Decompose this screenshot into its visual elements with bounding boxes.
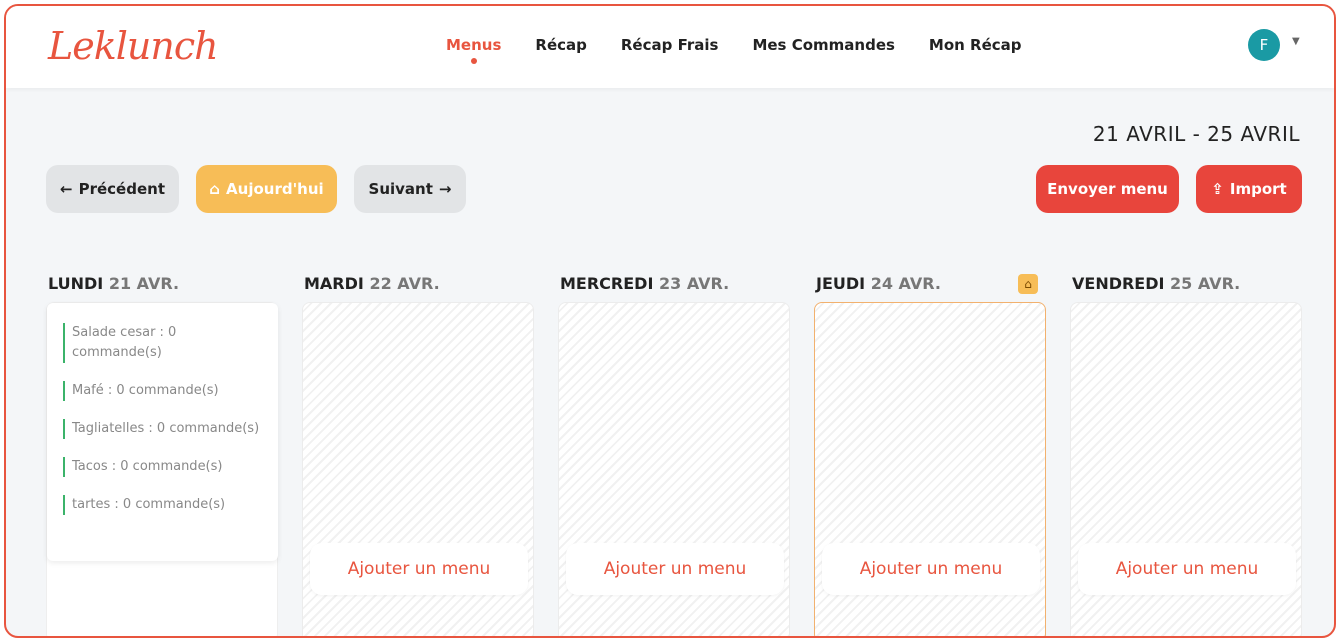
week-date-range: 21 AVRIL - 25 AVRIL: [1092, 122, 1300, 146]
today-home-icon: ⌂: [1018, 274, 1038, 294]
add-menu-button[interactable]: Ajouter un menu: [822, 543, 1040, 595]
day-name: VENDREDI: [1072, 274, 1165, 293]
add-menu-button[interactable]: Ajouter un menu: [1078, 543, 1296, 595]
day-date: 21 AVR.: [108, 274, 180, 293]
send-menu-button[interactable]: Envoyer menu: [1036, 165, 1179, 213]
day-header-lundi: LUNDI 21 AVR.: [48, 274, 179, 293]
day-date: 25 AVR.: [1170, 274, 1241, 293]
nav-menus[interactable]: Menus: [446, 36, 501, 64]
nav-recap[interactable]: Récap: [535, 36, 586, 54]
menu-item[interactable]: tartes : 0 commande(s): [63, 495, 262, 515]
nav-mes-commandes[interactable]: Mes Commandes: [752, 36, 894, 54]
add-menu-button[interactable]: Ajouter un menu: [310, 543, 528, 595]
previous-label: Précédent: [78, 180, 165, 198]
menu-list-card: Salade cesar : 0 commande(s) Mafé : 0 co…: [47, 303, 278, 561]
day-column-mercredi: Ajouter un menu: [558, 302, 790, 636]
upload-icon: ⇪: [1211, 180, 1224, 198]
day-name: JEUDI: [816, 274, 866, 293]
import-label: Import: [1229, 180, 1287, 198]
arrow-left-icon: ←: [60, 180, 73, 198]
nav-recap-frais[interactable]: Récap Frais: [621, 36, 719, 54]
menu-item[interactable]: Salade cesar : 0 commande(s): [63, 323, 262, 363]
add-menu-button[interactable]: Ajouter un menu: [566, 543, 784, 595]
main-nav: Menus Récap Récap Frais Mes Commandes Mo…: [446, 36, 1022, 64]
app-window: Leklunch Menus Récap Récap Frais Mes Com…: [4, 4, 1336, 638]
day-name: LUNDI: [48, 274, 104, 293]
day-header-jeudi: JEUDI 24 AVR.: [816, 274, 941, 293]
import-button[interactable]: ⇪ Import: [1196, 165, 1302, 213]
menu-item[interactable]: Tacos : 0 commande(s): [63, 457, 262, 477]
chevron-down-icon[interactable]: ▼: [1292, 36, 1300, 47]
day-column-mardi: Ajouter un menu: [302, 302, 534, 636]
day-date: 23 AVR.: [658, 274, 730, 293]
next-week-button[interactable]: Suivant →: [354, 165, 466, 213]
day-date: 22 AVR.: [369, 274, 440, 293]
menu-item[interactable]: Mafé : 0 commande(s): [63, 381, 262, 401]
top-navbar: Leklunch Menus Récap Récap Frais Mes Com…: [6, 6, 1334, 88]
nav-mon-recap[interactable]: Mon Récap: [929, 36, 1022, 54]
app-logo[interactable]: Leklunch: [48, 24, 219, 68]
previous-week-button[interactable]: ← Précédent: [46, 165, 179, 213]
day-column-jeudi: Ajouter un menu: [814, 302, 1046, 636]
day-header-mercredi: MERCREDI 23 AVR.: [560, 274, 729, 293]
day-header-mardi: MARDI 22 AVR.: [304, 274, 440, 293]
home-icon: ⌂: [209, 180, 221, 198]
day-name: MERCREDI: [560, 274, 654, 293]
today-button[interactable]: ⌂ Aujourd'hui: [196, 165, 337, 213]
today-label: Aujourd'hui: [226, 180, 324, 198]
day-column-lundi: Salade cesar : 0 commande(s) Mafé : 0 co…: [46, 302, 278, 636]
day-date: 24 AVR.: [870, 274, 941, 293]
send-menu-label: Envoyer menu: [1047, 180, 1168, 198]
user-avatar[interactable]: F: [1248, 29, 1280, 61]
day-name: MARDI: [304, 274, 364, 293]
day-column-vendredi: Ajouter un menu: [1070, 302, 1302, 636]
day-header-vendredi: VENDREDI 25 AVR.: [1072, 274, 1240, 293]
menu-item[interactable]: Tagliatelles : 0 commande(s): [63, 419, 262, 439]
next-label: Suivant: [368, 180, 433, 198]
arrow-right-icon: →: [438, 180, 452, 198]
